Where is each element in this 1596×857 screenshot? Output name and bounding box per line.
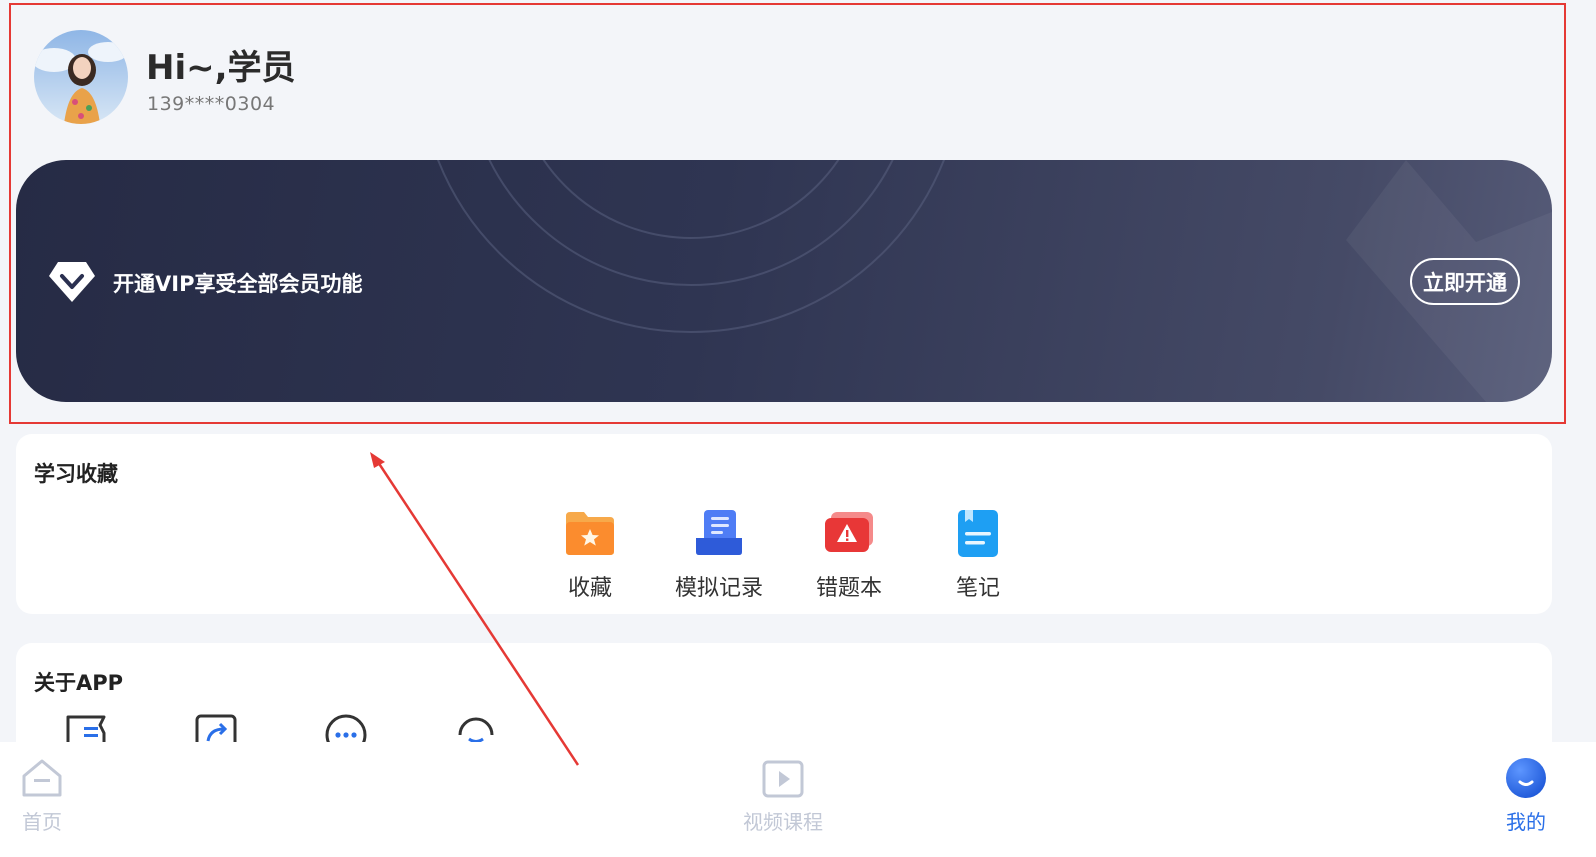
notes-label: 笔记 — [955, 576, 1000, 601]
profile-icon — [1506, 758, 1546, 798]
tab-home-label: 首页 — [22, 810, 62, 834]
tab-mine[interactable]: 我的 — [1496, 756, 1556, 835]
list-icon[interactable] — [64, 713, 108, 745]
share-icon[interactable] — [194, 713, 238, 745]
favorites-label: 收藏 — [567, 576, 612, 601]
vip-promo-text: 开通VIP享受全部会员功能 — [113, 272, 363, 296]
notebook-icon — [958, 510, 998, 557]
tab-mine-label: 我的 — [1506, 810, 1546, 834]
chat-icon[interactable] — [324, 713, 368, 745]
home-icon — [22, 759, 62, 797]
activate-vip-button[interactable]: 立即开通 — [1410, 258, 1520, 305]
tab-video-label: 视频课程 — [743, 810, 823, 834]
vip-banner[interactable]: 开通VIP享受全部会员功能 立即开通 — [16, 160, 1552, 402]
mock-record-shortcut[interactable]: 模拟记录 — [654, 508, 784, 602]
video-play-icon — [762, 760, 804, 798]
study-collection-card: 学习收藏 收藏 模拟记录 错题本 笔记 — [16, 434, 1552, 614]
profile-page: Hi~,学员 139****0304 开通VIP享受全部会员功能 立即开通 学习… — [0, 0, 1596, 857]
section-title-study: 学习收藏 — [34, 462, 118, 486]
section-title-about: 关于APP — [34, 671, 124, 695]
greeting-title: Hi~,学员 — [146, 48, 296, 88]
user-phone: 139****0304 — [147, 93, 276, 115]
warning-book-icon — [825, 512, 873, 552]
wrong-questions-label: 错题本 — [815, 576, 882, 601]
avatar[interactable] — [34, 30, 128, 124]
tab-video-courses[interactable]: 视频课程 — [733, 758, 833, 835]
star-folder-icon — [566, 512, 614, 555]
bottom-tab-bar: 首页 视频课程 我的 — [0, 742, 1596, 857]
notes-shortcut[interactable]: 笔记 — [913, 508, 1043, 602]
tab-home[interactable]: 首页 — [12, 756, 72, 835]
document-record-icon — [696, 510, 742, 555]
refresh-icon[interactable] — [454, 713, 498, 745]
favorites-shortcut[interactable]: 收藏 — [525, 508, 655, 602]
mock-record-label: 模拟记录 — [674, 576, 763, 601]
wrong-questions-shortcut[interactable]: 错题本 — [784, 508, 914, 602]
diamond-icon — [49, 262, 95, 302]
